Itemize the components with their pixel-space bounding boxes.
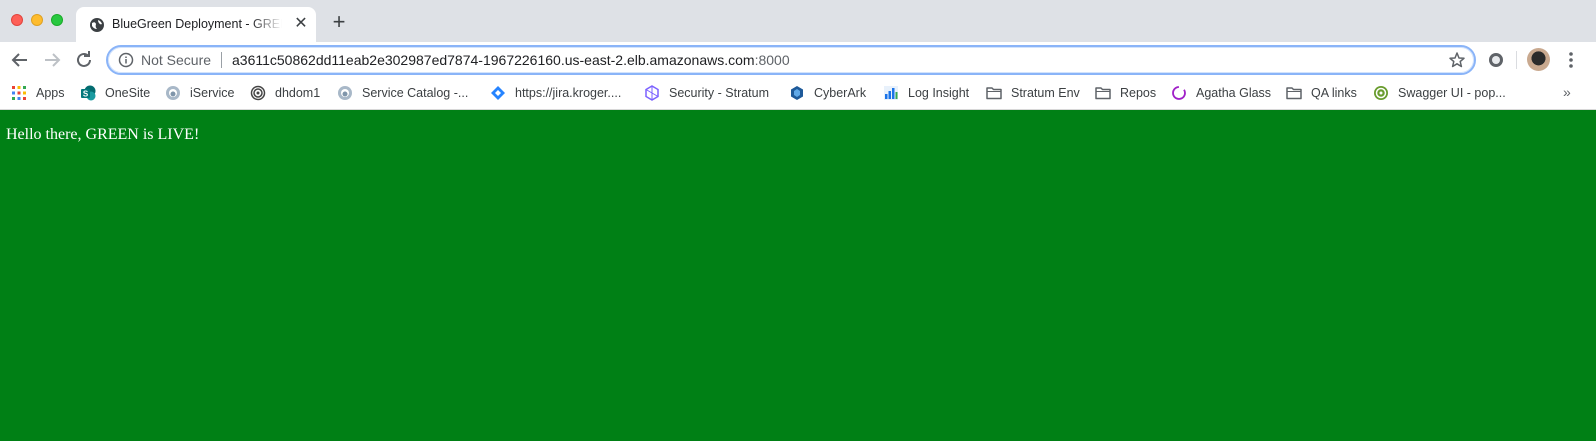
svg-text:S: S	[83, 90, 89, 99]
tab-title: BlueGreen Deployment - GREEN	[112, 17, 282, 31]
page-message: Hello there, GREEN is LIVE!	[6, 126, 200, 143]
bookmark-label: Log Insight	[908, 86, 970, 100]
bookmark-apps[interactable]: Apps	[11, 82, 65, 104]
reload-icon	[77, 51, 91, 67]
bookmark-label: QA links	[1311, 86, 1357, 100]
tab-strip: BlueGreen Deployment - GREEN ✕ +	[0, 0, 1596, 42]
reload-button[interactable]	[72, 48, 96, 72]
bookmarks-overflow-button[interactable]: »	[1563, 84, 1571, 100]
bookmark-label: OneSite	[105, 86, 151, 100]
bookmark-label: https://jira.kroger....	[515, 86, 622, 100]
jira-icon	[490, 85, 506, 101]
hexagon-icon	[644, 85, 660, 101]
window-maximize-button[interactable]	[51, 14, 63, 26]
folder-icon	[986, 85, 1002, 101]
tab-close-button[interactable]: ✕	[292, 15, 310, 33]
bookmark-label: Agatha Glass	[1196, 86, 1272, 100]
bookmark-label: dhdom1	[275, 86, 321, 100]
kebab-menu-icon[interactable]	[1565, 50, 1577, 70]
window-close-button[interactable]	[11, 14, 23, 26]
bookmark-security-stratum[interactable]: Security - Stratum	[644, 82, 769, 104]
apps-grid-icon	[11, 85, 27, 101]
bookmark-dhdom1[interactable]: dhdom1	[250, 82, 320, 104]
window-minimize-button[interactable]	[31, 14, 43, 26]
tab-active[interactable]: BlueGreen Deployment - GREEN ✕	[76, 7, 316, 42]
security-status[interactable]: Not Secure	[141, 52, 211, 68]
address-bar[interactable]: Not Secure a3611c50862dd11eab2e302987ed7…	[106, 45, 1476, 75]
bookmark-cyberark[interactable]: CyberArk	[789, 82, 866, 104]
ring-icon	[1171, 85, 1187, 101]
bar-chart-icon	[883, 85, 899, 101]
bookmark-star-icon[interactable]	[1448, 51, 1466, 69]
swagger-icon	[1373, 85, 1389, 101]
folder-icon	[1095, 85, 1111, 101]
toolbar-divider	[1516, 51, 1517, 69]
bookmark-label: iService	[190, 86, 235, 100]
bookmark-label: Swagger UI - pop...	[1398, 86, 1506, 100]
bookmark-label: CyberArk	[814, 86, 867, 100]
bookmark-agatha-glass[interactable]: Agatha Glass	[1171, 82, 1271, 104]
bookmark-qa-links[interactable]: QA links	[1286, 82, 1357, 104]
bookmark-jira[interactable]: https://jira.kroger....	[490, 82, 621, 104]
url-text[interactable]: a3611c50862dd11eab2e302987ed7874-1967226…	[232, 52, 790, 68]
cyberark-icon	[789, 85, 805, 101]
bookmark-onesite[interactable]: S OneSite	[80, 82, 150, 104]
omnibox-separator	[221, 52, 222, 68]
bookmark-label: Security - Stratum	[669, 86, 770, 100]
url-port: :8000	[754, 52, 790, 68]
bookmark-service-catalog[interactable]: Service Catalog -...	[337, 82, 468, 104]
bookmark-label: Service Catalog -...	[362, 86, 469, 100]
globe-icon	[89, 17, 105, 33]
spiral-icon	[250, 85, 266, 101]
extension-icon[interactable]	[1487, 51, 1505, 69]
bookmark-log-insight[interactable]: Log Insight	[883, 82, 969, 104]
bookmark-swagger-ui[interactable]: Swagger UI - pop...	[1373, 82, 1506, 104]
url-host: a3611c50862dd11eab2e302987ed7874-1967226…	[232, 52, 755, 68]
info-icon[interactable]	[118, 52, 134, 68]
bookmark-label: Apps	[36, 86, 65, 100]
sharepoint-icon: S	[80, 85, 96, 101]
browser-toolbar: Not Secure a3611c50862dd11eab2e302987ed7…	[0, 42, 1596, 78]
back-arrow-icon	[11, 53, 27, 67]
bookmark-label: Repos	[1120, 86, 1157, 100]
new-tab-button[interactable]: +	[327, 10, 351, 34]
catalog-icon	[337, 85, 353, 101]
bookmarks-bar: Apps S OneSite iService dhdom1 Service C…	[0, 78, 1596, 110]
iservice-icon	[165, 85, 181, 101]
page-content: Hello there, GREEN is LIVE!	[0, 110, 1596, 441]
bookmark-label: Stratum Env	[1011, 86, 1080, 100]
bookmark-iservice[interactable]: iService	[165, 82, 234, 104]
bookmark-stratum-env[interactable]: Stratum Env	[986, 82, 1080, 104]
back-button[interactable]	[8, 48, 32, 72]
forward-arrow-icon	[45, 53, 61, 67]
forward-button[interactable]	[40, 48, 64, 72]
profile-avatar[interactable]	[1527, 48, 1550, 71]
folder-icon	[1286, 85, 1302, 101]
bookmark-repos[interactable]: Repos	[1095, 82, 1156, 104]
